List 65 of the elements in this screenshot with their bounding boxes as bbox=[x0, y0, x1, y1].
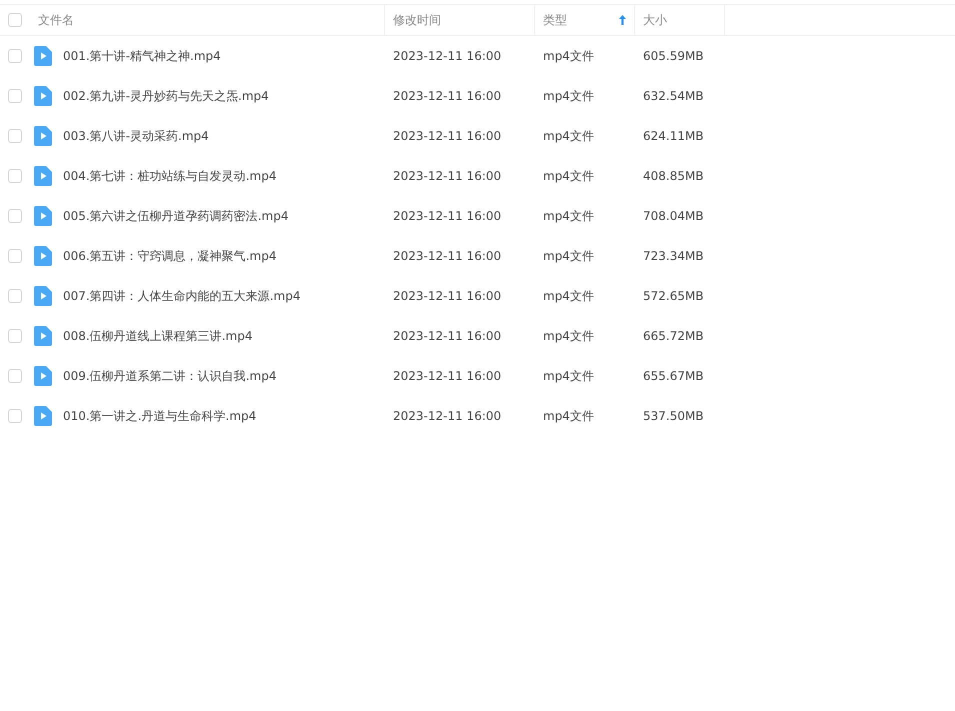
file-size: 655.67MB bbox=[643, 369, 704, 383]
modified-time: 2023-12-11 16:00 bbox=[393, 289, 502, 303]
file-type: mp4文件 bbox=[543, 128, 594, 142]
row-checkbox[interactable] bbox=[8, 129, 22, 143]
video-file-icon bbox=[34, 166, 52, 186]
row-checkbox[interactable] bbox=[8, 249, 22, 263]
column-header[interactable]: 类型 bbox=[535, 5, 635, 35]
video-file-icon bbox=[34, 326, 52, 346]
file-name[interactable]: 010.第一讲之.丹道与生命科学.mp4 bbox=[63, 408, 256, 424]
file-size: 605.59MB bbox=[643, 49, 704, 63]
row-checkbox[interactable] bbox=[8, 369, 22, 383]
file-type: mp4文件 bbox=[543, 88, 594, 102]
file-size: 708.04MB bbox=[643, 209, 704, 223]
video-file-icon bbox=[34, 366, 52, 386]
file-size: 408.85MB bbox=[643, 169, 704, 183]
modified-time: 2023-12-11 16:00 bbox=[393, 89, 502, 103]
modified-time: 2023-12-11 16:00 bbox=[393, 49, 502, 63]
row-checkbox[interactable] bbox=[8, 289, 22, 303]
file-size: 537.50MB bbox=[643, 409, 704, 423]
file-type: mp4文件 bbox=[543, 288, 594, 302]
video-file-icon bbox=[34, 86, 52, 106]
video-file-icon bbox=[34, 406, 52, 426]
file-name[interactable]: 008.伍柳丹道线上课程第三讲.mp4 bbox=[63, 328, 252, 344]
row-checkbox[interactable] bbox=[8, 49, 22, 63]
video-file-icon bbox=[34, 46, 52, 66]
file-size: 572.65MB bbox=[643, 289, 704, 303]
file-name[interactable]: 002.第九讲-灵丹妙药与先天之炁.mp4 bbox=[63, 88, 269, 104]
row-checkbox[interactable] bbox=[8, 409, 22, 423]
select-all-checkbox[interactable] bbox=[8, 13, 22, 27]
row-checkbox[interactable] bbox=[8, 89, 22, 103]
row-checkbox[interactable] bbox=[8, 329, 22, 343]
video-file-icon bbox=[34, 286, 52, 306]
modified-time: 2023-12-11 16:00 bbox=[393, 369, 502, 383]
modified-time: 2023-12-11 16:00 bbox=[393, 249, 502, 263]
file-name[interactable]: 006.第五讲：守窍调息，凝神聚气.mp4 bbox=[63, 248, 276, 264]
file-name[interactable]: 004.第七讲：桩功站练与自发灵动.mp4 bbox=[63, 168, 276, 184]
file-size: 632.54MB bbox=[643, 89, 704, 103]
file-type: mp4文件 bbox=[543, 208, 594, 222]
modified-time: 2023-12-11 16:00 bbox=[393, 329, 502, 343]
column-header[interactable]: 大小 bbox=[635, 5, 725, 35]
row-checkbox[interactable] bbox=[8, 209, 22, 223]
file-type: mp4文件 bbox=[543, 408, 594, 422]
file-type: mp4文件 bbox=[543, 48, 594, 62]
video-file-icon bbox=[34, 246, 52, 266]
file-type: mp4文件 bbox=[543, 368, 594, 382]
video-file-icon bbox=[34, 126, 52, 146]
modified-time: 2023-12-11 16:00 bbox=[393, 409, 502, 423]
file-name[interactable]: 001.第十讲-精气神之神.mp4 bbox=[63, 48, 221, 64]
file-name[interactable]: 003.第八讲-灵动采药.mp4 bbox=[63, 128, 209, 144]
modified-time: 2023-12-11 16:00 bbox=[393, 169, 502, 183]
column-header[interactable]: 修改时间 bbox=[385, 5, 535, 35]
file-name[interactable]: 005.第六讲之伍柳丹道孕药调药密法.mp4 bbox=[63, 208, 288, 224]
row-checkbox[interactable] bbox=[8, 169, 22, 183]
modified-time: 2023-12-11 16:00 bbox=[393, 209, 502, 223]
column-header[interactable]: 文件名 bbox=[30, 5, 385, 35]
file-size: 723.34MB bbox=[643, 249, 704, 263]
file-type: mp4文件 bbox=[543, 328, 594, 342]
video-file-icon bbox=[34, 206, 52, 226]
file-type: mp4文件 bbox=[543, 168, 594, 182]
file-size: 624.11MB bbox=[643, 129, 704, 143]
modified-time: 2023-12-11 16:00 bbox=[393, 129, 502, 143]
file-type: mp4文件 bbox=[543, 248, 594, 262]
file-name[interactable]: 007.第四讲：人体生命内能的五大来源.mp4 bbox=[63, 288, 300, 304]
file-name[interactable]: 009.伍柳丹道系第二讲：认识自我.mp4 bbox=[63, 368, 276, 384]
file-size: 665.72MB bbox=[643, 329, 704, 343]
